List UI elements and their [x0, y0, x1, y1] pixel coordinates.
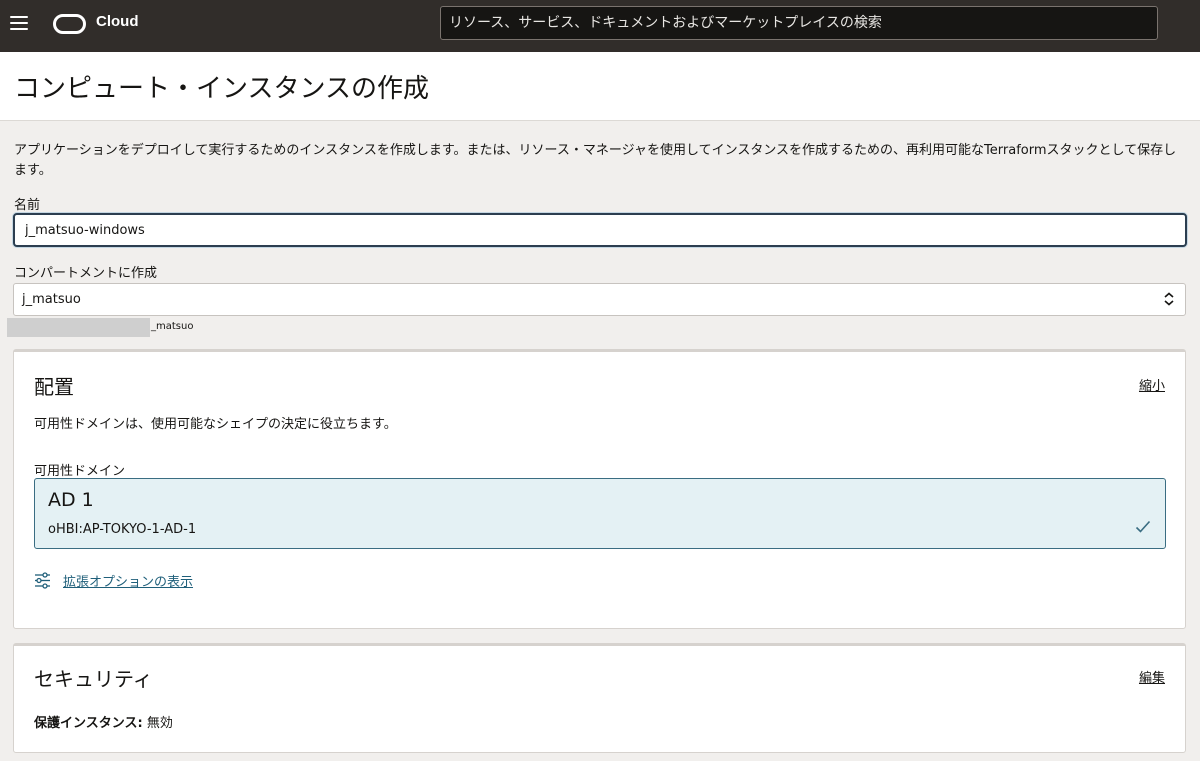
compartment-select[interactable]: j_matsuo — [13, 283, 1186, 316]
redacted-compartment-path — [7, 318, 150, 337]
edit-security-link[interactable]: 編集 — [1139, 667, 1165, 686]
name-input[interactable] — [13, 213, 1187, 247]
ad-identifier: oHBI:AP-TOKYO-1-AD-1 — [48, 522, 197, 537]
shielded-instance-label: 保護インスタンス: — [34, 716, 143, 731]
checkmark-icon — [1135, 520, 1151, 533]
security-title: セキュリティ — [34, 667, 153, 691]
compartment-select-value: j_matsuo — [22, 292, 81, 307]
shielded-instance-value: 無効 — [146, 716, 173, 731]
show-advanced-options-link[interactable]: 拡張オプションの表示 — [34, 571, 193, 590]
oracle-logo-icon[interactable] — [53, 14, 86, 34]
chevron-up-down-icon — [1164, 292, 1174, 306]
compartment-label: コンパートメントに作成 — [14, 266, 158, 281]
placement-card: 配置 縮小 可用性ドメインは、使用可能なシェイプの決定に役立ちます。 可用性ドメ… — [13, 349, 1186, 629]
ad-name: AD 1 — [48, 489, 94, 511]
compartment-path-suffix: _matsuo — [151, 321, 194, 332]
show-advanced-options-label: 拡張オプションの表示 — [63, 575, 194, 590]
page-description: アプリケーションをデプロイして実行するためのインスタンスを作成します。または、リ… — [14, 143, 1177, 178]
security-card: セキュリティ 編集 保護インスタンス: 無効 — [13, 643, 1186, 753]
top-navigation-bar: Cloud — [0, 0, 1200, 52]
page-title-band: コンピュート・インスタンスの作成 — [0, 52, 1200, 121]
brand-name[interactable]: Cloud — [96, 13, 139, 30]
page-title: コンピュート・インスタンスの作成 — [14, 74, 429, 104]
hamburger-menu-icon[interactable] — [10, 16, 28, 30]
collapse-link[interactable]: 縮小 — [1139, 375, 1165, 394]
sliders-icon — [35, 572, 50, 589]
shielded-instance-status: 保護インスタンス: 無効 — [34, 712, 173, 731]
availability-domain-tile-ad1[interactable]: AD 1 oHBI:AP-TOKYO-1-AD-1 — [34, 478, 1166, 549]
availability-domain-label: 可用性ドメイン — [34, 464, 126, 479]
name-label: 名前 — [14, 198, 41, 213]
placement-description: 可用性ドメインは、使用可能なシェイプの決定に役立ちます。 — [34, 417, 397, 432]
search-input[interactable] — [440, 6, 1158, 40]
placement-title: 配置 — [34, 375, 74, 399]
